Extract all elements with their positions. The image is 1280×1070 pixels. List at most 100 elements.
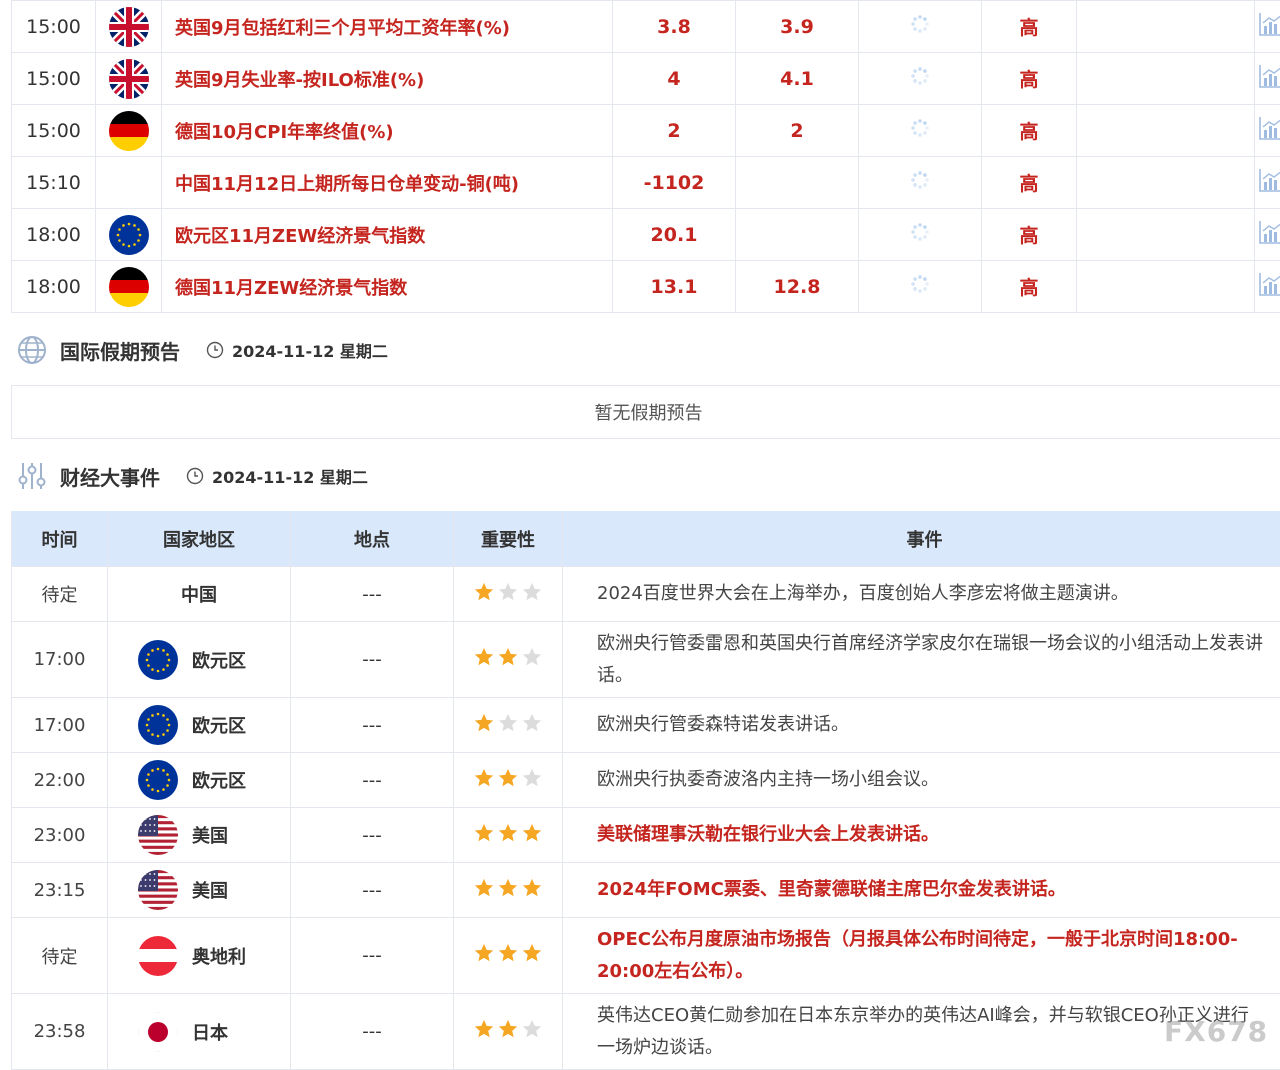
indicator-chart-cell[interactable]	[1255, 157, 1280, 209]
austria-flag-icon	[138, 936, 178, 976]
indicator-importance: 高	[982, 157, 1077, 209]
indicator-row: 18:00欧元区11月ZEW经济景气指数20.1高	[12, 209, 1280, 261]
indicator-forecast: 4.1	[736, 53, 859, 105]
indicator-time: 15:00	[12, 1, 96, 53]
event-importance	[454, 622, 563, 698]
indicator-row: 18:00德国11月ZEW经济景气指数13.112.8高	[12, 261, 1280, 313]
indicator-forecast: 3.9	[736, 1, 859, 53]
holiday-empty-box: 暂无假期预告	[11, 385, 1280, 439]
chart-icon[interactable]	[1258, 20, 1280, 42]
indicator-blank-cell	[1077, 53, 1255, 105]
indicator-previous: 4	[613, 53, 736, 105]
event-description: 美联储理事沃勒在银行业大会上发表讲话。	[563, 808, 1280, 863]
holiday-section-header: 国际假期预告 2024-11-12 星期二	[16, 330, 388, 370]
col-header-time: 时间	[12, 511, 108, 567]
events-header-row: 时间 国家地区 地点 重要性 事件	[12, 511, 1280, 567]
chart-icon[interactable]	[1258, 228, 1280, 250]
indicator-name-link[interactable]: 英国9月失业率-按ILO标准(%)	[162, 53, 613, 105]
event-time: 待定	[12, 567, 108, 622]
indicator-row: 15:00英国9月包括红利三个月平均工资年率(%)3.83.9高	[12, 1, 1280, 53]
chart-icon[interactable]	[1258, 124, 1280, 146]
star-filled-icon	[473, 767, 495, 789]
indicator-time: 18:00	[12, 261, 96, 313]
star-empty-icon	[497, 581, 519, 603]
uk-flag-icon	[109, 7, 149, 47]
indicator-blank-cell	[1077, 209, 1255, 261]
event-description: OPEC公布月度原油市场报告（月报具体公布时间待定，一般于北京时间18:00-2…	[563, 918, 1280, 994]
indicator-chart-cell[interactable]	[1255, 209, 1280, 261]
indicator-blank-cell	[1077, 261, 1255, 313]
chart-icon[interactable]	[1258, 72, 1280, 94]
indicator-name-link[interactable]: 英国9月包括红利三个月平均工资年率(%)	[162, 1, 613, 53]
loading-spinner-icon	[909, 18, 931, 40]
indicator-row: 15:00德国10月CPI年率终值(%)22高	[12, 105, 1280, 157]
event-region-cell: 欧元区	[108, 622, 291, 698]
indicator-chart-cell[interactable]	[1255, 105, 1280, 157]
sliders-icon	[16, 460, 48, 492]
indicator-row: 15:10中国11月12日上期所每日仓单变动-铜(吨)-1102高	[12, 157, 1280, 209]
event-region-cell: 奥地利	[108, 918, 291, 994]
event-time: 待定	[12, 918, 108, 994]
chart-icon[interactable]	[1258, 176, 1280, 198]
events-title: 财经大事件	[60, 462, 160, 491]
indicator-previous: -1102	[613, 157, 736, 209]
star-empty-icon	[521, 1018, 543, 1040]
importance-stars	[473, 767, 543, 789]
indicator-importance: 高	[982, 209, 1077, 261]
event-time: 23:00	[12, 808, 108, 863]
indicator-chart-cell[interactable]	[1255, 1, 1280, 53]
indicator-blank-cell	[1077, 1, 1255, 53]
event-row: 17:00欧元区---欧洲央行管委雷恩和英国央行首席经济学家皮尔在瑞银一场会议的…	[12, 622, 1280, 698]
indicator-importance: 高	[982, 261, 1077, 313]
star-filled-icon	[497, 1018, 519, 1040]
event-region-cell: 中国	[108, 567, 291, 622]
importance-stars	[473, 877, 543, 899]
event-importance	[454, 753, 563, 808]
indicator-name-link[interactable]: 欧元区11月ZEW经济景气指数	[162, 209, 613, 261]
event-row: 23:15美国---2024年FOMC票委、里奇蒙德联储主席巴尔金发表讲话。	[12, 863, 1280, 918]
star-filled-icon	[521, 877, 543, 899]
clock-icon	[206, 341, 224, 359]
star-filled-icon	[497, 646, 519, 668]
star-filled-icon	[497, 942, 519, 964]
indicator-forecast	[736, 209, 859, 261]
event-region-cell: 欧元区	[108, 698, 291, 753]
event-description: 欧洲央行管委森特诺发表讲话。	[563, 698, 1280, 753]
col-header-location: 地点	[291, 511, 454, 567]
indicator-name-link[interactable]: 德国10月CPI年率终值(%)	[162, 105, 613, 157]
indicator-previous: 2	[613, 105, 736, 157]
indicator-name-link[interactable]: 中国11月12日上期所每日仓单变动-铜(吨)	[162, 157, 613, 209]
event-description: 欧洲央行执委奇波洛内主持一场小组会议。	[563, 753, 1280, 808]
indicator-actual-cell	[859, 1, 982, 53]
indicator-blank-cell	[1077, 105, 1255, 157]
star-filled-icon	[497, 822, 519, 844]
chart-icon[interactable]	[1258, 280, 1280, 302]
indicator-name-link[interactable]: 德国11月ZEW经济景气指数	[162, 261, 613, 313]
event-importance	[454, 567, 563, 622]
holiday-date: 2024-11-12 星期二	[232, 338, 388, 362]
loading-spinner-icon	[909, 174, 931, 196]
event-region-cell: 日本	[108, 994, 291, 1070]
importance-stars	[473, 646, 543, 668]
event-importance	[454, 808, 563, 863]
indicator-importance: 高	[982, 1, 1077, 53]
eu-flag-icon	[138, 640, 178, 680]
event-region: 奥地利	[192, 943, 246, 969]
indicator-importance: 高	[982, 105, 1077, 157]
event-row: 待定中国---2024百度世界大会在上海举办，百度创始人李彦宏将做主题演讲。	[12, 567, 1280, 622]
event-region: 美国	[192, 877, 228, 903]
event-location: ---	[291, 622, 454, 698]
star-empty-icon	[521, 767, 543, 789]
star-filled-icon	[473, 942, 495, 964]
star-empty-icon	[521, 646, 543, 668]
indicator-previous: 13.1	[613, 261, 736, 313]
indicator-chart-cell[interactable]	[1255, 53, 1280, 105]
germany-flag-icon	[109, 111, 149, 151]
event-region-cell: 欧元区	[108, 753, 291, 808]
indicator-actual-cell	[859, 105, 982, 157]
star-filled-icon	[473, 712, 495, 734]
event-time: 23:15	[12, 863, 108, 918]
indicator-flag-cell	[96, 53, 162, 105]
indicator-chart-cell[interactable]	[1255, 261, 1280, 313]
event-location: ---	[291, 994, 454, 1070]
